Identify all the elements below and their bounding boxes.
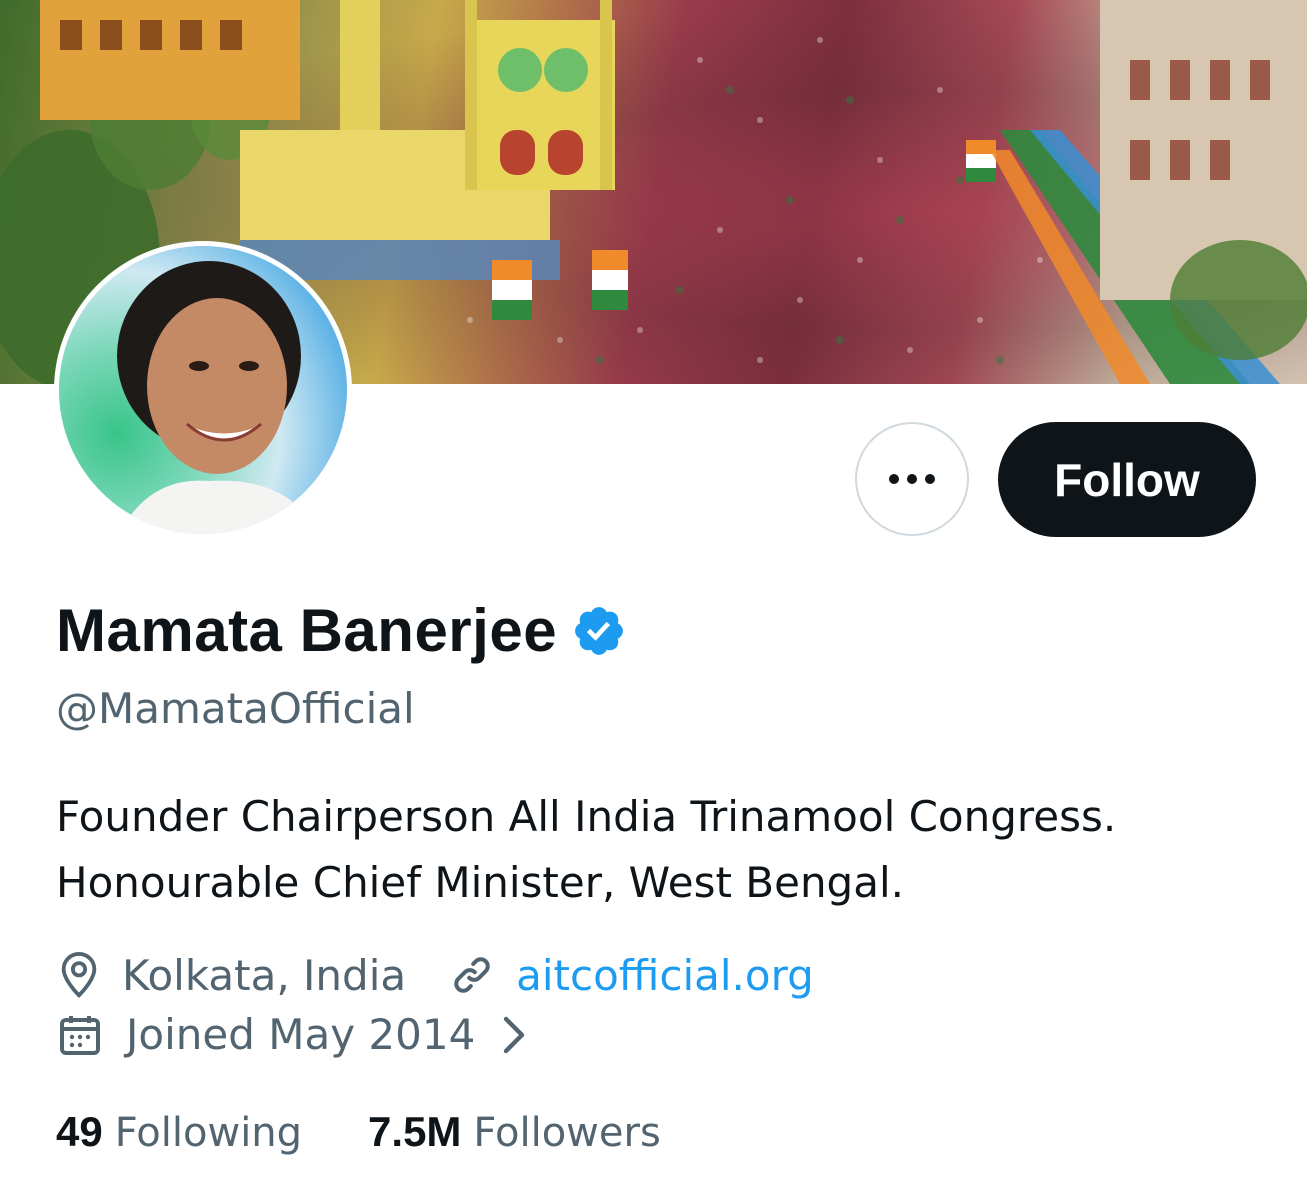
calendar-icon <box>56 1011 104 1059</box>
profile-joined-row[interactable]: Joined May 2014 <box>56 1010 531 1059</box>
following-stat[interactable]: 49 Following <box>56 1108 302 1156</box>
more-horizontal-icon <box>889 474 935 484</box>
bio-line: Founder Chairperson All India Trinamool … <box>56 792 1117 841</box>
location-pin-icon <box>56 950 102 1000</box>
website-link[interactable]: aitcofficial.org <box>516 951 814 1000</box>
profile-bio: Founder Chairperson All India Trinamool … <box>56 784 1256 916</box>
following-count: 49 <box>56 1108 103 1155</box>
chevron-right-icon[interactable] <box>497 1013 531 1057</box>
following-label: Following <box>114 1110 303 1156</box>
follow-button[interactable]: Follow <box>998 422 1256 537</box>
followers-label: Followers <box>473 1110 661 1156</box>
location-text: Kolkata, India <box>122 950 407 1000</box>
profile-stats: 49 Following 7.5M Followers <box>56 1108 661 1156</box>
more-options-button[interactable] <box>855 422 969 536</box>
profile-name-row: Mamata Banerjee <box>56 596 627 665</box>
bio-line: Honourable Chief Minister, West Bengal. <box>56 858 904 907</box>
verified-badge-icon[interactable] <box>571 603 627 659</box>
joined-text: Joined May 2014 <box>126 1010 476 1059</box>
display-name: Mamata Banerjee <box>56 597 558 664</box>
profile-avatar[interactable] <box>54 241 352 539</box>
followers-count: 7.5M <box>368 1108 462 1155</box>
profile-meta-row: Kolkata, India aitcofficial.org <box>56 950 814 1000</box>
followers-stat[interactable]: 7.5M Followers <box>368 1108 661 1156</box>
link-icon <box>448 951 496 999</box>
avatar-photo <box>59 246 347 534</box>
profile-handle: @MamataOfficial <box>56 684 415 733</box>
